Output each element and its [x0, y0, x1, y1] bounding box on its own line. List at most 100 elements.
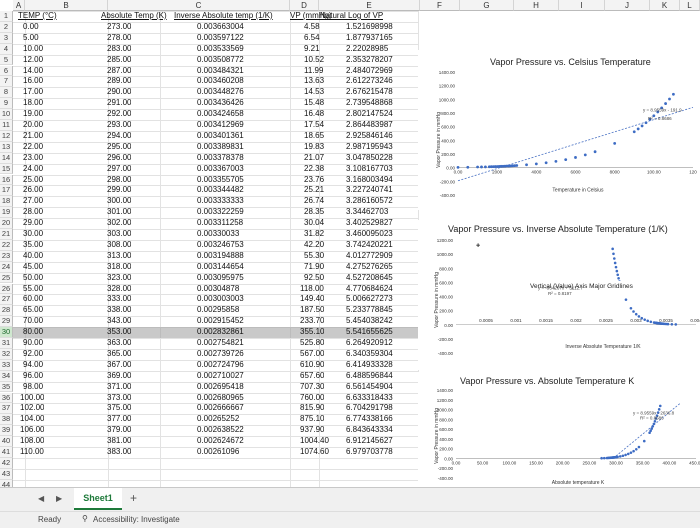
row-header[interactable]: 24 [0, 261, 13, 273]
data-cell[interactable]: 383.00 [107, 447, 131, 458]
data-cell[interactable]: 149.40 [300, 294, 324, 305]
row-header[interactable]: 17 [0, 185, 13, 197]
row-header[interactable]: 12 [0, 130, 13, 142]
data-cell[interactable]: 14.00 [23, 66, 43, 77]
row-header[interactable]: 26 [0, 283, 13, 295]
data-cell[interactable]: 6.414933328 [346, 360, 393, 371]
row-header[interactable]: 9 [0, 98, 13, 110]
data-cell[interactable]: 3.286160572 [346, 196, 393, 207]
row-header[interactable]: 40 [0, 436, 13, 447]
data-cell[interactable]: 0.003597122 [197, 33, 244, 44]
data-cell[interactable]: 0.002624672 [197, 436, 244, 447]
row-header[interactable]: 33 [0, 359, 13, 371]
data-cell[interactable]: 5.541655625 [346, 327, 393, 338]
data-cell[interactable]: 381.00 [107, 436, 131, 447]
row-header[interactable]: 32 [0, 348, 13, 360]
data-cell[interactable]: 12.00 [23, 55, 43, 66]
data-cell[interactable]: 371.00 [107, 382, 131, 393]
data-cell[interactable]: 3.34462703 [346, 207, 388, 218]
data-cell[interactable]: 6.979703778 [346, 447, 393, 458]
data-cell[interactable]: 3.460095023 [346, 229, 393, 240]
data-cell[interactable]: 28.00 [23, 207, 43, 218]
data-cell[interactable]: 11.99 [304, 66, 323, 77]
data-cell[interactable]: 14.53 [304, 87, 324, 98]
row-header[interactable]: 39 [0, 425, 13, 437]
data-cell[interactable]: 98.00 [23, 382, 43, 393]
data-cell[interactable]: 296.00 [107, 153, 131, 164]
data-cell[interactable]: 0.003246753 [197, 240, 244, 251]
data-cell[interactable]: 17.54 [304, 120, 324, 131]
data-cell[interactable]: 278.00 [107, 33, 131, 44]
row-header[interactable]: 3 [0, 32, 13, 44]
column-header[interactable]: K [650, 0, 680, 11]
data-cell[interactable]: 15.48 [304, 98, 324, 109]
data-cell[interactable]: 118.00 [300, 284, 324, 295]
data-cell[interactable]: 2.987195943 [346, 142, 393, 153]
row-header[interactable]: 28 [0, 305, 13, 317]
data-cell[interactable]: 6.264920912 [346, 338, 393, 349]
header-cell[interactable]: Inverse Absolute temp (1/K) [174, 11, 273, 22]
data-cell[interactable]: 3.108167703 [346, 164, 393, 175]
data-cell[interactable]: 2.353278207 [346, 55, 393, 66]
data-cell[interactable]: 96.00 [23, 371, 43, 382]
data-cell[interactable]: 27.00 [23, 196, 43, 207]
data-cell[interactable]: 379.00 [107, 425, 131, 436]
data-cell[interactable]: 30.00 [23, 229, 43, 240]
row-header[interactable]: 19 [0, 207, 13, 219]
row-header[interactable]: 18 [0, 196, 13, 208]
row-header[interactable]: 29 [0, 316, 13, 328]
data-cell[interactable]: 294.00 [107, 131, 131, 142]
data-cell[interactable]: 40.00 [23, 251, 43, 262]
chart-vp-inverse-temp[interactable]: Vapor Pressure vs. Inverse Absolute Temp… [418, 220, 700, 370]
data-cell[interactable]: 0.003484321 [197, 66, 244, 77]
column-header[interactable]: E [319, 0, 420, 11]
data-cell[interactable]: 295.00 [107, 142, 131, 153]
data-cell[interactable]: 5.00 [23, 33, 39, 44]
data-cell[interactable]: 303.00 [107, 229, 131, 240]
data-cell[interactable]: 2.802147524 [346, 109, 393, 120]
data-cell[interactable]: 293.00 [107, 120, 131, 131]
data-cell[interactable]: 285.00 [107, 55, 131, 66]
data-cell[interactable]: 300.00 [107, 196, 131, 207]
data-cell[interactable]: 567.00 [300, 349, 324, 360]
data-cell[interactable]: 0.003389831 [197, 142, 244, 153]
data-cell[interactable]: 318.00 [107, 262, 131, 273]
data-cell[interactable]: 365.00 [107, 349, 131, 360]
column-header[interactable]: A [13, 0, 25, 11]
data-cell[interactable]: 353.00 [107, 327, 131, 338]
row-header[interactable]: 44 [0, 479, 13, 487]
data-cell[interactable]: 1.521698998 [346, 22, 393, 33]
data-cell[interactable]: 323.00 [107, 273, 131, 284]
data-cell[interactable]: 28.35 [304, 207, 324, 218]
data-cell[interactable]: 343.00 [107, 316, 131, 327]
data-cell[interactable]: 0.003367003 [197, 164, 244, 175]
data-cell[interactable]: 0.003448276 [197, 87, 244, 98]
data-cell[interactable]: 4.770684624 [346, 284, 393, 295]
row-header[interactable]: 6 [0, 65, 13, 77]
data-cell[interactable]: 299.00 [107, 185, 131, 196]
data-cell[interactable]: 20.00 [23, 120, 43, 131]
data-cell[interactable]: 0.003412969 [197, 120, 244, 131]
data-cell[interactable]: 13.63 [304, 76, 324, 87]
data-cell[interactable]: 1.877937165 [346, 33, 393, 44]
data-cell[interactable]: 283.00 [107, 44, 131, 55]
row-header[interactable]: 43 [0, 468, 13, 480]
data-cell[interactable]: 0.002666667 [197, 403, 244, 414]
data-cell[interactable]: 23.00 [23, 153, 43, 164]
data-cell[interactable]: 0.00330033 [197, 229, 239, 240]
data-cell[interactable]: 2.484072969 [346, 66, 393, 77]
data-cell[interactable]: 3.402529827 [346, 218, 393, 229]
data-cell[interactable]: 0.00295858 [197, 305, 239, 316]
data-cell[interactable]: 6.704291798 [346, 403, 393, 414]
nav-prev-icon[interactable]: ◀ [38, 494, 44, 503]
data-cell[interactable]: 6.54 [304, 33, 320, 44]
data-cell[interactable]: 0.00261096 [197, 447, 239, 458]
data-cell[interactable]: 0.003333333 [197, 196, 244, 207]
data-cell[interactable]: 30.04 [304, 218, 324, 229]
data-cell[interactable]: 0.003508772 [197, 55, 244, 66]
data-cell[interactable]: 6.561454904 [346, 382, 393, 393]
data-cell[interactable]: 2.739548868 [346, 98, 393, 109]
spreadsheet-grid[interactable]: ABCDEFGHIJKL 1 2 3 4 5 6 7 8 9 10 11 12 13 14 15 16 17 18… [0, 0, 700, 487]
data-cell[interactable]: 2.864483987 [346, 120, 393, 131]
data-cell[interactable]: 373.00 [107, 393, 131, 404]
